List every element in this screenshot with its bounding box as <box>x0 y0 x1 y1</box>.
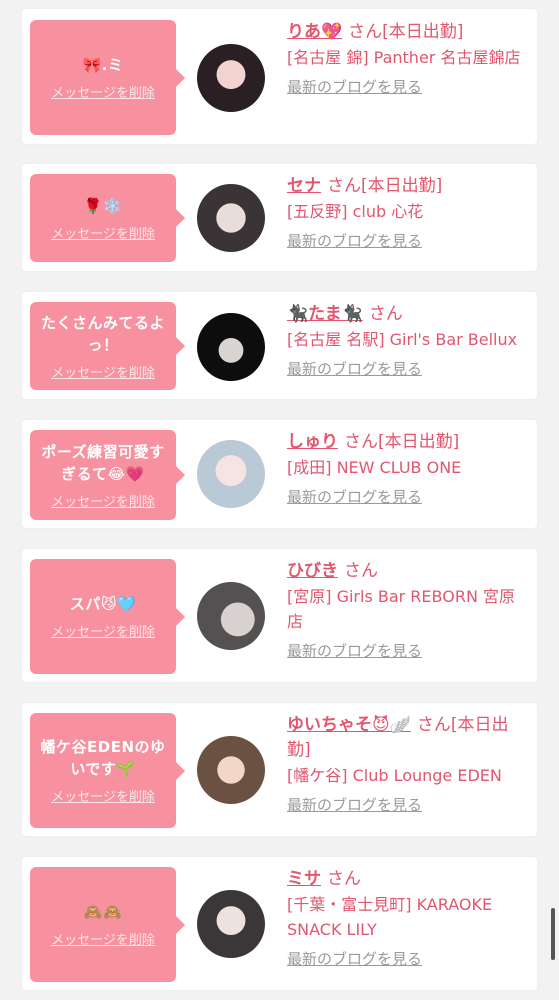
message-bubble: 🎀.ミ メッセージを削除 <box>30 20 185 135</box>
message-bubble: ポーズ練習可愛すぎるて😂💗 メッセージを削除 <box>30 430 185 520</box>
avatar[interactable] <box>197 44 265 112</box>
status-text: [本日出勤] <box>382 22 464 42</box>
user-name-link[interactable]: しゅり <box>287 432 338 452</box>
message-text: 🎀.ミ <box>82 56 124 74</box>
message-text: スパ😼🩵 <box>69 595 137 613</box>
shop-name: [幡ケ谷] Club Lounge EDEN <box>287 766 502 785</box>
message-bubble: 幡ケ谷EDENのゆいです🌱 メッセージを削除 <box>30 713 185 828</box>
shop-name: [宮原] Girls Bar REBORN 宮原店 <box>287 587 515 631</box>
message-card: 🙈🙈 メッセージを削除 ミサ さん [千葉・富士見町] KARAOKE SNACK… <box>22 857 537 990</box>
message-bubble: 🌹❄️ メッセージを削除 <box>30 174 185 262</box>
user-name-link[interactable]: 🐈‍⬛たま🐈‍⬛ <box>287 304 363 324</box>
message-card: 🌹❄️ メッセージを削除 セナ さん[本日出勤] [五反野] club 心花 最新… <box>22 164 537 271</box>
delete-message-link[interactable]: メッセージを削除 <box>51 621 155 640</box>
message-card: スパ😼🩵 メッセージを削除 ひびき さん [宮原] Girls Bar REBOR… <box>22 549 537 682</box>
user-name-link[interactable]: ゆいちゃそ😈🪽 <box>287 715 411 735</box>
message-text: たくさんみてるよっ！ <box>40 313 165 354</box>
san-label: さん <box>344 561 378 581</box>
delete-message-link[interactable]: メッセージを削除 <box>51 786 155 805</box>
san-label: さん <box>327 869 361 889</box>
delete-message-link[interactable]: メッセージを削除 <box>51 223 155 242</box>
message-card: たくさんみてるよっ！ メッセージを削除 🐈‍⬛たま🐈‍⬛ さん [名古屋 名駅] … <box>22 292 537 399</box>
user-name-link[interactable]: ミサ <box>287 869 321 889</box>
message-bubble: 🙈🙈 メッセージを削除 <box>30 867 185 982</box>
san-label: さん <box>416 715 451 735</box>
san-label: さん <box>344 432 378 452</box>
user-name-link[interactable]: セナ <box>287 176 321 196</box>
avatar[interactable] <box>197 184 265 252</box>
message-card: 🎀.ミ メッセージを削除 りあ💖 さん[本日出勤] [名古屋 錦] Panther… <box>22 9 537 144</box>
latest-blog-link[interactable]: 最新のブログを見る <box>287 358 422 379</box>
san-label: さん <box>327 176 361 196</box>
message-text: 幡ケ谷EDENのゆいです🌱 <box>40 738 166 778</box>
delete-message-link[interactable]: メッセージを削除 <box>51 929 155 948</box>
shop-name: [千葉・富士見町] KARAOKE SNACK LILY <box>287 895 493 939</box>
san-label: さん <box>348 22 383 42</box>
user-name-link[interactable]: ひびき <box>287 561 338 581</box>
status-text: [本日出勤] <box>361 176 443 196</box>
shop-name: [成田] NEW CLUB ONE <box>287 458 462 477</box>
shop-name: [五反野] club 心花 <box>287 202 424 221</box>
message-bubble: たくさんみてるよっ！ メッセージを削除 <box>30 302 185 390</box>
latest-blog-link[interactable]: 最新のブログを見る <box>287 640 422 661</box>
message-text: 🌹❄️ <box>83 196 123 215</box>
latest-blog-link[interactable]: 最新のブログを見る <box>287 794 422 815</box>
avatar[interactable] <box>197 440 265 508</box>
message-card: 幡ケ谷EDENのゆいです🌱 メッセージを削除 ゆいちゃそ😈🪽 さん[本日出勤] [… <box>22 703 537 836</box>
avatar[interactable] <box>197 890 265 958</box>
avatar[interactable] <box>197 313 265 381</box>
message-card: ポーズ練習可愛すぎるて😂💗 メッセージを削除 しゅり さん[本日出勤] [成田] … <box>22 420 537 528</box>
latest-blog-link[interactable]: 最新のブログを見る <box>287 230 422 251</box>
avatar[interactable] <box>197 736 265 804</box>
message-text: ポーズ練習可愛すぎるて😂💗 <box>41 442 165 483</box>
latest-blog-link[interactable]: 最新のブログを見る <box>287 76 422 97</box>
avatar[interactable] <box>197 582 265 650</box>
message-bubble: スパ😼🩵 メッセージを削除 <box>30 559 185 674</box>
status-text: [本日出勤] <box>378 432 460 452</box>
san-label: さん <box>368 304 403 324</box>
user-name-link[interactable]: りあ💖 <box>287 22 342 42</box>
latest-blog-link[interactable]: 最新のブログを見る <box>287 486 422 507</box>
delete-message-link[interactable]: メッセージを削除 <box>51 362 155 381</box>
scrollbar[interactable] <box>551 908 555 960</box>
message-text: 🙈🙈 <box>83 903 123 921</box>
latest-blog-link[interactable]: 最新のブログを見る <box>287 948 422 969</box>
shop-name: [名古屋 名駅] Girl's Bar Bellux <box>287 330 518 349</box>
delete-message-link[interactable]: メッセージを削除 <box>51 491 155 510</box>
delete-message-link[interactable]: メッセージを削除 <box>51 82 155 101</box>
shop-name: [名古屋 錦] Panther 名古屋錦店 <box>287 48 521 67</box>
